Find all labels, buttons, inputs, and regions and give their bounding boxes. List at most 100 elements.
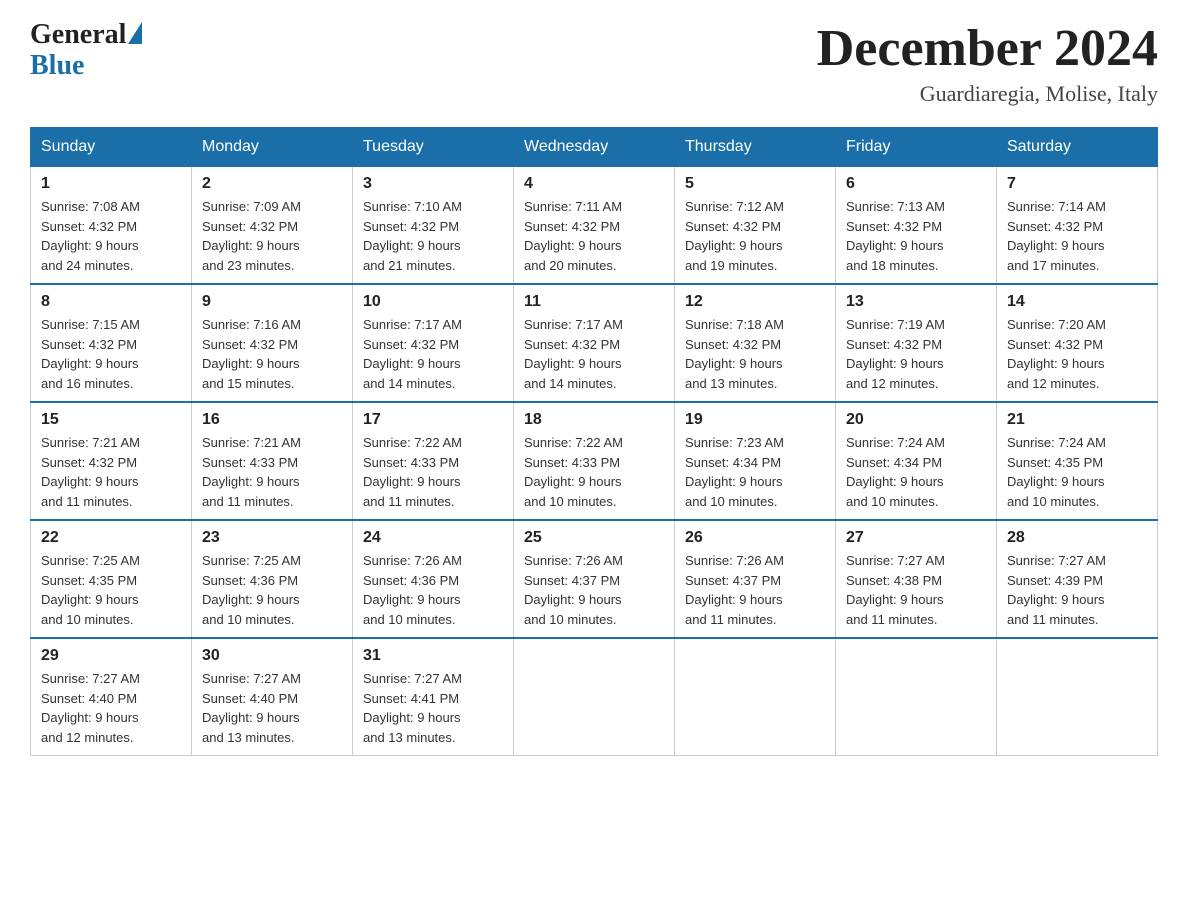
day-number: 28 xyxy=(1007,529,1147,547)
day-number: 20 xyxy=(846,411,986,429)
day-number: 6 xyxy=(846,175,986,193)
day-info: Sunrise: 7:08 AM Sunset: 4:32 PM Dayligh… xyxy=(41,197,181,275)
day-number: 7 xyxy=(1007,175,1147,193)
table-row: 23 Sunrise: 7:25 AM Sunset: 4:36 PM Dayl… xyxy=(192,520,353,638)
table-row: 12 Sunrise: 7:18 AM Sunset: 4:32 PM Dayl… xyxy=(675,284,836,402)
table-row: 19 Sunrise: 7:23 AM Sunset: 4:34 PM Dayl… xyxy=(675,402,836,520)
day-number: 29 xyxy=(41,647,181,665)
day-info: Sunrise: 7:16 AM Sunset: 4:32 PM Dayligh… xyxy=(202,315,342,393)
calendar-week-row: 29 Sunrise: 7:27 AM Sunset: 4:40 PM Dayl… xyxy=(31,638,1158,756)
logo-triangle-icon xyxy=(128,22,142,44)
table-row: 13 Sunrise: 7:19 AM Sunset: 4:32 PM Dayl… xyxy=(836,284,997,402)
day-number: 24 xyxy=(363,529,503,547)
location-title: Guardiaregia, Molise, Italy xyxy=(817,81,1158,107)
day-number: 15 xyxy=(41,411,181,429)
calendar-week-row: 15 Sunrise: 7:21 AM Sunset: 4:32 PM Dayl… xyxy=(31,402,1158,520)
day-number: 13 xyxy=(846,293,986,311)
day-number: 23 xyxy=(202,529,342,547)
day-number: 8 xyxy=(41,293,181,311)
day-number: 1 xyxy=(41,175,181,193)
table-row: 5 Sunrise: 7:12 AM Sunset: 4:32 PM Dayli… xyxy=(675,167,836,285)
col-monday: Monday xyxy=(192,128,353,167)
day-info: Sunrise: 7:17 AM Sunset: 4:32 PM Dayligh… xyxy=(524,315,664,393)
day-number: 11 xyxy=(524,293,664,311)
day-info: Sunrise: 7:19 AM Sunset: 4:32 PM Dayligh… xyxy=(846,315,986,393)
calendar-week-row: 8 Sunrise: 7:15 AM Sunset: 4:32 PM Dayli… xyxy=(31,284,1158,402)
day-number: 30 xyxy=(202,647,342,665)
table-row xyxy=(514,638,675,756)
day-number: 12 xyxy=(685,293,825,311)
day-number: 17 xyxy=(363,411,503,429)
col-sunday: Sunday xyxy=(31,128,192,167)
col-saturday: Saturday xyxy=(997,128,1158,167)
day-number: 14 xyxy=(1007,293,1147,311)
day-info: Sunrise: 7:21 AM Sunset: 4:32 PM Dayligh… xyxy=(41,433,181,511)
table-row: 9 Sunrise: 7:16 AM Sunset: 4:32 PM Dayli… xyxy=(192,284,353,402)
day-info: Sunrise: 7:24 AM Sunset: 4:35 PM Dayligh… xyxy=(1007,433,1147,511)
table-row: 30 Sunrise: 7:27 AM Sunset: 4:40 PM Dayl… xyxy=(192,638,353,756)
day-info: Sunrise: 7:10 AM Sunset: 4:32 PM Dayligh… xyxy=(363,197,503,275)
day-info: Sunrise: 7:25 AM Sunset: 4:36 PM Dayligh… xyxy=(202,551,342,629)
table-row: 14 Sunrise: 7:20 AM Sunset: 4:32 PM Dayl… xyxy=(997,284,1158,402)
day-info: Sunrise: 7:17 AM Sunset: 4:32 PM Dayligh… xyxy=(363,315,503,393)
month-title: December 2024 xyxy=(817,20,1158,77)
day-info: Sunrise: 7:21 AM Sunset: 4:33 PM Dayligh… xyxy=(202,433,342,511)
day-info: Sunrise: 7:09 AM Sunset: 4:32 PM Dayligh… xyxy=(202,197,342,275)
table-row xyxy=(836,638,997,756)
day-info: Sunrise: 7:26 AM Sunset: 4:37 PM Dayligh… xyxy=(685,551,825,629)
day-info: Sunrise: 7:26 AM Sunset: 4:36 PM Dayligh… xyxy=(363,551,503,629)
page-header: General Blue December 2024 Guardiaregia,… xyxy=(30,20,1158,107)
day-info: Sunrise: 7:12 AM Sunset: 4:32 PM Dayligh… xyxy=(685,197,825,275)
calendar-week-row: 22 Sunrise: 7:25 AM Sunset: 4:35 PM Dayl… xyxy=(31,520,1158,638)
table-row: 20 Sunrise: 7:24 AM Sunset: 4:34 PM Dayl… xyxy=(836,402,997,520)
day-info: Sunrise: 7:22 AM Sunset: 4:33 PM Dayligh… xyxy=(363,433,503,511)
table-row: 2 Sunrise: 7:09 AM Sunset: 4:32 PM Dayli… xyxy=(192,167,353,285)
calendar-table: Sunday Monday Tuesday Wednesday Thursday… xyxy=(30,127,1158,756)
table-row: 26 Sunrise: 7:26 AM Sunset: 4:37 PM Dayl… xyxy=(675,520,836,638)
table-row: 7 Sunrise: 7:14 AM Sunset: 4:32 PM Dayli… xyxy=(997,167,1158,285)
col-thursday: Thursday xyxy=(675,128,836,167)
day-info: Sunrise: 7:27 AM Sunset: 4:39 PM Dayligh… xyxy=(1007,551,1147,629)
day-number: 4 xyxy=(524,175,664,193)
table-row: 28 Sunrise: 7:27 AM Sunset: 4:39 PM Dayl… xyxy=(997,520,1158,638)
day-info: Sunrise: 7:18 AM Sunset: 4:32 PM Dayligh… xyxy=(685,315,825,393)
day-number: 2 xyxy=(202,175,342,193)
day-info: Sunrise: 7:26 AM Sunset: 4:37 PM Dayligh… xyxy=(524,551,664,629)
day-number: 25 xyxy=(524,529,664,547)
calendar-header-row: Sunday Monday Tuesday Wednesday Thursday… xyxy=(31,128,1158,167)
table-row: 15 Sunrise: 7:21 AM Sunset: 4:32 PM Dayl… xyxy=(31,402,192,520)
table-row: 18 Sunrise: 7:22 AM Sunset: 4:33 PM Dayl… xyxy=(514,402,675,520)
day-info: Sunrise: 7:14 AM Sunset: 4:32 PM Dayligh… xyxy=(1007,197,1147,275)
day-info: Sunrise: 7:20 AM Sunset: 4:32 PM Dayligh… xyxy=(1007,315,1147,393)
col-tuesday: Tuesday xyxy=(353,128,514,167)
table-row: 4 Sunrise: 7:11 AM Sunset: 4:32 PM Dayli… xyxy=(514,167,675,285)
table-row: 22 Sunrise: 7:25 AM Sunset: 4:35 PM Dayl… xyxy=(31,520,192,638)
logo-general-text: General xyxy=(30,20,126,51)
day-number: 16 xyxy=(202,411,342,429)
day-info: Sunrise: 7:27 AM Sunset: 4:38 PM Dayligh… xyxy=(846,551,986,629)
calendar-week-row: 1 Sunrise: 7:08 AM Sunset: 4:32 PM Dayli… xyxy=(31,167,1158,285)
table-row: 6 Sunrise: 7:13 AM Sunset: 4:32 PM Dayli… xyxy=(836,167,997,285)
day-number: 5 xyxy=(685,175,825,193)
day-info: Sunrise: 7:27 AM Sunset: 4:40 PM Dayligh… xyxy=(41,669,181,747)
day-info: Sunrise: 7:15 AM Sunset: 4:32 PM Dayligh… xyxy=(41,315,181,393)
day-info: Sunrise: 7:25 AM Sunset: 4:35 PM Dayligh… xyxy=(41,551,181,629)
logo-blue-text: Blue xyxy=(30,50,84,81)
day-info: Sunrise: 7:27 AM Sunset: 4:40 PM Dayligh… xyxy=(202,669,342,747)
day-number: 18 xyxy=(524,411,664,429)
table-row: 3 Sunrise: 7:10 AM Sunset: 4:32 PM Dayli… xyxy=(353,167,514,285)
table-row: 1 Sunrise: 7:08 AM Sunset: 4:32 PM Dayli… xyxy=(31,167,192,285)
table-row: 17 Sunrise: 7:22 AM Sunset: 4:33 PM Dayl… xyxy=(353,402,514,520)
day-number: 26 xyxy=(685,529,825,547)
day-number: 31 xyxy=(363,647,503,665)
day-number: 9 xyxy=(202,293,342,311)
table-row: 10 Sunrise: 7:17 AM Sunset: 4:32 PM Dayl… xyxy=(353,284,514,402)
table-row: 27 Sunrise: 7:27 AM Sunset: 4:38 PM Dayl… xyxy=(836,520,997,638)
day-info: Sunrise: 7:27 AM Sunset: 4:41 PM Dayligh… xyxy=(363,669,503,747)
table-row: 16 Sunrise: 7:21 AM Sunset: 4:33 PM Dayl… xyxy=(192,402,353,520)
col-friday: Friday xyxy=(836,128,997,167)
day-info: Sunrise: 7:24 AM Sunset: 4:34 PM Dayligh… xyxy=(846,433,986,511)
table-row: 24 Sunrise: 7:26 AM Sunset: 4:36 PM Dayl… xyxy=(353,520,514,638)
day-info: Sunrise: 7:13 AM Sunset: 4:32 PM Dayligh… xyxy=(846,197,986,275)
table-row: 29 Sunrise: 7:27 AM Sunset: 4:40 PM Dayl… xyxy=(31,638,192,756)
